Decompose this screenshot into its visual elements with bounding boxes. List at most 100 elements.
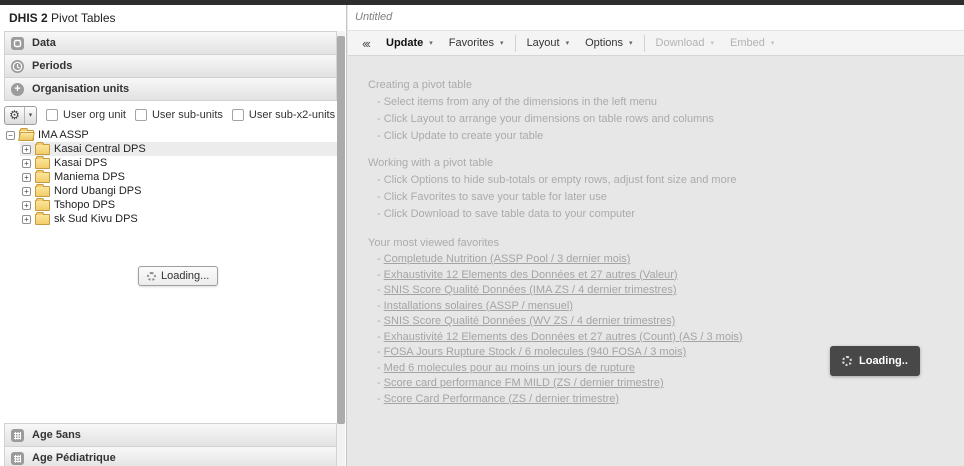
favorite-link[interactable]: SNIS Score Qualité Données (WV ZS / 4 de… (384, 315, 676, 327)
favorite-link[interactable]: Completude Nutrition (ASSP Pool / 3 dern… (384, 253, 631, 265)
chevron-down-icon: ▾ (500, 39, 504, 47)
grid-icon (11, 429, 24, 442)
tree-loading-indicator: Loading... (138, 266, 218, 286)
expand-icon[interactable]: + (22, 215, 31, 224)
expand-icon[interactable]: + (22, 145, 31, 154)
favorite-title: Untitled (348, 5, 964, 30)
expand-icon[interactable]: + (22, 187, 31, 196)
folder-icon (35, 144, 50, 155)
checkbox-user-sub-units[interactable]: User sub-units (135, 109, 223, 121)
accordion-header-orgunits[interactable]: + Organisation units (4, 77, 337, 101)
toolbar-separator (644, 35, 645, 52)
accordion-header-age-5ans[interactable]: Age 5ans (4, 423, 337, 447)
favorite-link-row: -Exhaustivité 12 Elements des Données et… (377, 332, 964, 343)
checkbox-label: User org unit (63, 109, 126, 121)
chevron-down-icon: ▾ (710, 39, 714, 47)
tree-node-root[interactable]: − IMA ASSP (4, 128, 337, 142)
accordion-header-age-pediatrique[interactable]: Age Pédiatrique (4, 446, 337, 466)
orgunit-settings-button[interactable]: ⚙ ▾ (4, 106, 37, 125)
scrollbar-thumb[interactable] (337, 36, 345, 424)
help-item: - Click Favorites to save your table for… (377, 192, 964, 203)
bullet: - (377, 331, 381, 343)
favorite-link-row: -Score Card Performance (ZS / dernier tr… (377, 394, 964, 405)
sidebar-scrollbar[interactable] (337, 31, 345, 466)
loading-text: Loading... (161, 270, 209, 282)
bullet: - (377, 315, 381, 327)
favorite-link[interactable]: Score card performance FM MILD (ZS / der… (384, 377, 664, 389)
button-label: Embed (730, 37, 765, 49)
favorite-link[interactable]: Score Card Performance (ZS / dernier tri… (384, 393, 619, 405)
favorite-link[interactable]: Exhaustivite 12 Elements des Données et … (384, 269, 678, 281)
spinner-icon (147, 272, 156, 281)
favorite-link-row: -SNIS Score Qualité Données (WV ZS / 4 d… (377, 316, 964, 327)
favorite-link-row: -SNIS Score Qualité Données (IMA ZS / 4 … (377, 285, 964, 296)
toolbar: ‹‹‹ Update ▾ Favorites ▾ Layout ▾ Option… (348, 30, 964, 56)
tree-node[interactable]: + Maniema DPS (20, 170, 337, 184)
bullet: - (377, 346, 381, 358)
accordion-label: Organisation units (32, 83, 129, 95)
options-button[interactable]: Options ▾ (577, 31, 640, 55)
sidebar: DHIS 2 Pivot Tables Data Periods + Organ… (0, 5, 347, 466)
favorite-link[interactable]: FOSA Jours Rupture Stock / 6 molecules (… (384, 346, 687, 358)
tree-node[interactable]: + Tshopo DPS (20, 198, 337, 212)
help-item: - Click Layout to arrange your dimension… (377, 114, 964, 125)
expand-icon[interactable]: + (22, 173, 31, 182)
checkbox[interactable] (232, 109, 244, 121)
bullet: - (377, 393, 381, 405)
orgunit-tree: − IMA ASSP + Kasai Central DPS + Kasai D… (4, 128, 337, 226)
checkbox-user-sub-x2-units[interactable]: User sub-x2-units (232, 109, 335, 121)
button-label: Download (656, 37, 705, 49)
help-item: - Click Download to save table data to y… (377, 209, 964, 220)
tree-node[interactable]: + Kasai Central DPS (20, 142, 337, 156)
tree-node[interactable]: + Kasai DPS (20, 156, 337, 170)
favorite-link[interactable]: Med 6 molecules pour au moins un jours d… (384, 362, 635, 374)
download-button: Download ▾ (648, 31, 722, 55)
chevron-down-icon: ▾ (629, 39, 633, 47)
tree-node[interactable]: + Nord Ubangi DPS (20, 184, 337, 198)
accordion-label: Data (32, 37, 56, 49)
intro-panel: Creating a pivot table - Select items fr… (348, 57, 964, 466)
accordion-header-periods[interactable]: Periods (4, 54, 337, 78)
checkbox[interactable] (46, 109, 58, 121)
collapse-icon[interactable]: − (6, 131, 15, 140)
accordion-label: Age 5ans (32, 429, 81, 441)
bullet: - (377, 377, 381, 389)
update-button[interactable]: Update ▾ (378, 31, 441, 55)
chevron-down-icon[interactable]: ▾ (429, 39, 433, 47)
button-label: Favorites (449, 37, 494, 49)
help-section-creating: Creating a pivot table - Select items fr… (368, 79, 964, 142)
layout-button[interactable]: Layout ▾ (519, 31, 578, 55)
tree-label: IMA ASSP (38, 129, 89, 141)
plus-icon: + (11, 83, 24, 96)
folder-icon (35, 186, 50, 197)
main-panel: Untitled ‹‹‹ Update ▾ Favorites ▾ Layout… (348, 5, 964, 466)
expand-icon[interactable]: + (22, 201, 31, 210)
folder-icon (35, 200, 50, 211)
favorite-link[interactable]: Exhaustivité 12 Elements des Données et … (384, 331, 743, 343)
tree-node[interactable]: + sk Sud Kivu DPS (20, 212, 337, 226)
expand-icon[interactable]: + (22, 159, 31, 168)
chevron-down-icon: ▾ (24, 107, 36, 124)
help-item: - Click Options to hide sub-totals or em… (377, 175, 964, 186)
checkbox-label: User sub-x2-units (249, 109, 335, 121)
favorite-link[interactable]: Installations solaires (ASSP / mensuel) (384, 300, 573, 312)
favorite-link[interactable]: SNIS Score Qualité Données (IMA ZS / 4 d… (384, 284, 677, 296)
accordion-header-data[interactable]: Data (4, 31, 337, 55)
bullet: - (377, 253, 381, 265)
app-name: Pivot Tables (51, 11, 115, 25)
app-title: DHIS 2 Pivot Tables (0, 5, 346, 31)
embed-button: Embed ▾ (722, 31, 782, 55)
toolbar-separator (515, 35, 516, 52)
collapse-west-panel-icon[interactable]: ‹‹‹ (353, 36, 378, 51)
tree-label: Maniema DPS (54, 171, 125, 183)
favorite-link-row: -Score card performance FM MILD (ZS / de… (377, 378, 964, 389)
tree-label: Nord Ubangi DPS (54, 185, 141, 197)
tree-label: Tshopo DPS (54, 199, 115, 211)
checkbox[interactable] (135, 109, 147, 121)
checkbox-user-org-unit[interactable]: User org unit (46, 109, 126, 121)
bullet: - (377, 269, 381, 281)
loading-toast: Loading.. (830, 346, 920, 376)
favorites-button[interactable]: Favorites ▾ (441, 31, 512, 55)
button-label: Options (585, 37, 623, 49)
bullet: - (377, 300, 381, 312)
